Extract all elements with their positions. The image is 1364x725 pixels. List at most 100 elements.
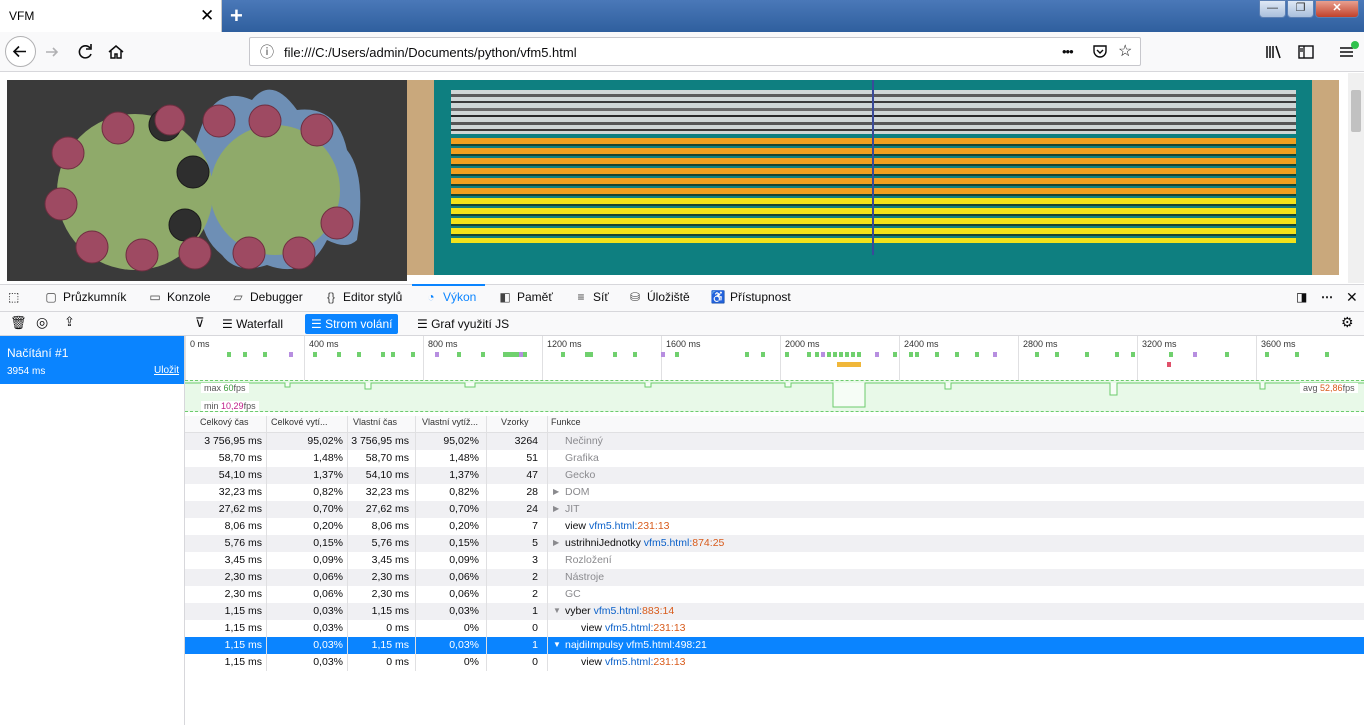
view-js-flame-chart[interactable]: ☰ Graf využití JS: [411, 314, 515, 334]
tab-storage[interactable]: ⛁ Úložiště: [627, 284, 690, 312]
pocket-icon[interactable]: [1091, 42, 1109, 63]
settings-gear-icon[interactable]: ⚙: [1341, 314, 1354, 331]
expand-twisty-icon[interactable]: ▼: [553, 640, 561, 649]
menu-icon[interactable]: [1336, 41, 1359, 63]
close-tab-icon[interactable]: ✕: [200, 6, 214, 26]
col-total-time[interactable]: Celkový čas: [200, 417, 249, 427]
function-name: view: [565, 520, 587, 532]
import-icon[interactable]: ⇪: [64, 314, 75, 330]
col-self-time[interactable]: Vlastní čas: [353, 417, 397, 427]
cell-total-time: 2,30 ms: [224, 588, 262, 600]
gears-canvas[interactable]: [7, 80, 407, 281]
dock-icon[interactable]: ◨: [1296, 284, 1307, 312]
close-devtools-icon[interactable]: ✕: [1346, 284, 1358, 312]
sidebar-icon[interactable]: [1295, 41, 1317, 63]
function-file-link[interactable]: vfm5.html: [605, 622, 651, 634]
table-row[interactable]: 1,15 ms 0,03% 0 ms 0% 0 view vfm5.html:231:13: [185, 620, 1364, 637]
table-row[interactable]: 8,06 ms 0,20% 8,06 ms 0,20% 7 view vfm5.html:…: [185, 518, 1364, 535]
forward-arrow-icon[interactable]: [41, 41, 63, 63]
filter-icon[interactable]: ⊽: [195, 315, 205, 331]
info-icon[interactable]: ⓘ: [260, 42, 274, 62]
function-line: 883: [642, 605, 660, 617]
marker: [1115, 352, 1119, 357]
maximize-button[interactable]: ❐: [1287, 0, 1314, 18]
tick-label: 2400 ms: [904, 339, 939, 349]
table-row[interactable]: 5,76 ms 0,15% 5,76 ms 0,15% 5 ▶ ustrihniJednot…: [185, 535, 1364, 552]
marker: [1167, 362, 1171, 367]
tab-network[interactable]: ≡ Síť: [573, 284, 608, 312]
expand-twisty-icon[interactable]: ▼: [553, 606, 561, 615]
home-icon[interactable]: [105, 41, 127, 63]
new-tab-button[interactable]: +: [230, 3, 243, 29]
function-column: 14: [662, 605, 675, 617]
view-call-tree[interactable]: ☰ Strom volání: [305, 314, 399, 334]
function-line: 498: [674, 639, 693, 651]
cell-total-time: 27,62 ms: [218, 503, 262, 515]
cell-total-pct: 0,09%: [313, 554, 343, 566]
recording-duration: 3954 ms: [7, 366, 46, 377]
record-icon[interactable]: ◎: [36, 314, 48, 331]
tab-inspector[interactable]: ▢ Průzkumník: [43, 284, 126, 312]
tab-accessibility[interactable]: ♿ Přístupnost: [710, 284, 791, 312]
recording-item[interactable]: Načítání #1 3954 ms Uložit: [0, 336, 184, 384]
marker: [227, 352, 231, 357]
url-bar[interactable]: ⓘ file:///C:/Users/admin/Documents/pytho…: [249, 37, 1141, 66]
marker: [1085, 352, 1089, 357]
cell-total-pct: 95,02%: [307, 435, 343, 447]
trash-icon[interactable]: 🗑: [10, 315, 27, 331]
markers-track: [185, 352, 1364, 368]
expand-twisty-icon[interactable]: ▶: [553, 538, 559, 547]
reload-icon[interactable]: [74, 41, 96, 63]
more-options-icon[interactable]: ⋯: [1321, 284, 1333, 312]
function-file-link[interactable]: vfm5.html: [644, 537, 690, 549]
save-recording-link[interactable]: Uložit: [154, 365, 179, 376]
tab-memory[interactable]: ◧ Paměť: [497, 284, 553, 312]
function-file-link[interactable]: vfm5.html: [605, 656, 651, 668]
tab-console[interactable]: ▭ Konzole: [147, 284, 210, 312]
minimize-button[interactable]: —: [1259, 0, 1286, 18]
col-total-pct[interactable]: Celkové vytí...: [271, 417, 328, 427]
col-self-pct[interactable]: Vlastní vytíž...: [422, 417, 478, 427]
function-file-link[interactable]: vfm5.html: [594, 605, 640, 617]
table-row[interactable]: 1,15 ms 0,03% 1,15 ms 0,03% 1 ▼ najdiImpulsy v…: [185, 637, 1364, 654]
table-row[interactable]: 58,70 ms 1,48% 58,70 ms 1,48% 51 Grafika: [185, 450, 1364, 467]
marker: [633, 352, 637, 357]
function-file-link[interactable]: vfm5.html: [626, 639, 672, 651]
table-row[interactable]: 1,15 ms 0,03% 0 ms 0% 0 view vfm5.html:231:13: [185, 654, 1364, 671]
tick-label: 1600 ms: [666, 339, 701, 349]
library-icon[interactable]: [1262, 41, 1284, 63]
page-actions-icon[interactable]: •••: [1062, 44, 1074, 59]
table-row[interactable]: 32,23 ms 0,82% 32,23 ms 0,82% 28 ▶ DOM: [185, 484, 1364, 501]
network-icon: ≡: [577, 290, 585, 304]
table-row[interactable]: 54,10 ms 1,37% 54,10 ms 1,37% 47 Gecko: [185, 467, 1364, 484]
element-picker-icon[interactable]: ⬚: [8, 284, 19, 312]
cell-self-pct: 0,20%: [449, 520, 479, 532]
col-samples[interactable]: Vzorky: [501, 417, 529, 427]
tab-performance[interactable]: ◔ Výkon: [423, 284, 476, 312]
marker: [837, 362, 861, 367]
browser-tab[interactable]: VFM ✕: [0, 0, 222, 32]
scrollbar-thumb[interactable]: [1351, 90, 1361, 132]
table-row[interactable]: 1,15 ms 0,03% 1,15 ms 0,03% 1 ▼ vyber vfm5.htm…: [185, 603, 1364, 620]
fps-max-label: max 60fps: [201, 383, 249, 393]
marker: [875, 352, 879, 357]
table-row[interactable]: 3,45 ms 0,09% 3,45 ms 0,09% 3 Rozložení: [185, 552, 1364, 569]
cell-self-time: 5,76 ms: [371, 537, 409, 549]
function-file-link[interactable]: vfm5.html: [589, 520, 635, 532]
cell-samples: 28: [526, 486, 538, 498]
back-button[interactable]: [5, 36, 36, 67]
marker: [391, 352, 395, 357]
view-waterfall[interactable]: ☰ Waterfall: [216, 314, 289, 334]
expand-twisty-icon[interactable]: ▶: [553, 487, 559, 496]
table-row[interactable]: 27,62 ms 0,70% 27,62 ms 0,70% 24 ▶ JIT: [185, 501, 1364, 518]
close-window-button[interactable]: ✕: [1315, 0, 1359, 18]
table-row[interactable]: 2,30 ms 0,06% 2,30 ms 0,06% 2 GC: [185, 586, 1364, 603]
table-row[interactable]: 3 756,95 ms 95,02% 3 756,95 ms 95,02% 3264 Ne…: [185, 433, 1364, 450]
expand-twisty-icon[interactable]: ▶: [553, 504, 559, 513]
bookmark-star-icon[interactable]: ☆: [1118, 41, 1132, 61]
signal-canvas[interactable]: [407, 80, 1339, 275]
tab-debugger[interactable]: ▱ Debugger: [230, 284, 302, 312]
col-function[interactable]: Funkce: [551, 417, 581, 427]
table-row[interactable]: 2,30 ms 0,06% 2,30 ms 0,06% 2 Nástroje: [185, 569, 1364, 586]
tab-style-editor[interactable]: {} Editor stylů: [323, 284, 402, 312]
